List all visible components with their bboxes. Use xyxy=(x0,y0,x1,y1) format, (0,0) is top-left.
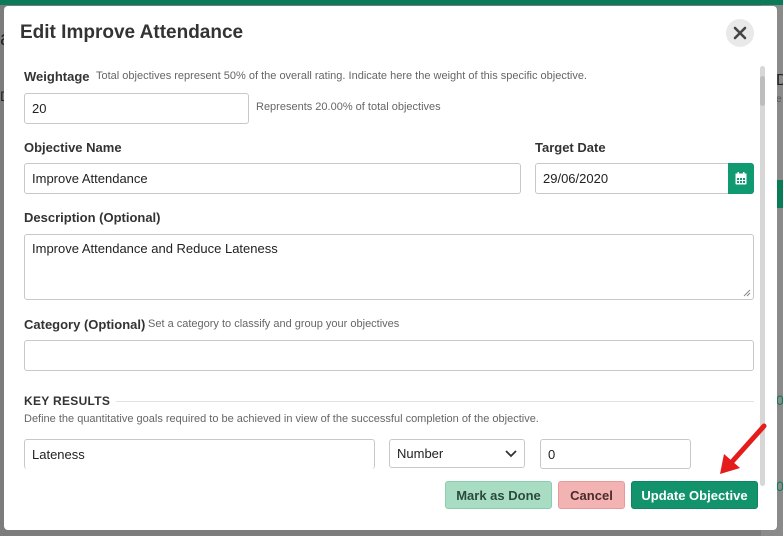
calendar-icon xyxy=(735,172,747,185)
background-text: 0 xyxy=(776,478,783,494)
description-text: Improve Attendance and Reduce Lateness xyxy=(32,241,278,256)
target-date-input[interactable]: 29/06/2020 xyxy=(535,163,729,194)
scrollbar-thumb[interactable] xyxy=(760,76,765,106)
key-results-hint: Define the quantitative goals required t… xyxy=(24,413,539,425)
update-objective-button[interactable]: Update Objective xyxy=(631,481,758,509)
key-results-heading: KEY RESULTS xyxy=(24,394,111,408)
category-label: Category (Optional) xyxy=(24,317,146,332)
weightage-represents: Represents 20.00% of total objectives xyxy=(256,101,441,113)
category-hint: Set a category to classify and group you… xyxy=(148,318,400,330)
weightage-label: Weightage xyxy=(24,69,90,84)
annotation-arrow-icon xyxy=(720,423,767,474)
description-label: Description (Optional) xyxy=(24,210,161,225)
background-top-bar xyxy=(0,0,783,5)
key-result-name-input[interactable]: Lateness xyxy=(24,439,375,469)
objective-name-label: Objective Name xyxy=(24,140,122,155)
objective-name-input[interactable]: Improve Attendance xyxy=(24,163,521,194)
cancel-button[interactable]: Cancel xyxy=(558,481,625,509)
target-date-label: Target Date xyxy=(535,140,606,155)
key-result-value-input[interactable]: 0 xyxy=(540,439,691,469)
background-accent-block xyxy=(777,180,783,208)
weightage-hint: Total objectives represent 50% of the ov… xyxy=(96,70,587,82)
close-button[interactable] xyxy=(726,19,754,47)
mark-as-done-button[interactable]: Mark as Done xyxy=(445,481,552,509)
section-divider xyxy=(116,401,754,402)
chevron-down-icon xyxy=(505,449,517,457)
calendar-button[interactable] xyxy=(728,163,754,194)
resize-grip-icon[interactable] xyxy=(743,289,751,297)
close-icon xyxy=(733,26,747,40)
background-text: 0 xyxy=(776,392,783,408)
background-text: D xyxy=(776,72,783,89)
category-input[interactable] xyxy=(24,340,754,371)
edit-objective-modal: Edit Improve Attendance Weightage Total … xyxy=(4,6,777,530)
modal-title: Edit Improve Attendance xyxy=(20,22,244,43)
key-result-type-select[interactable]: Number xyxy=(389,439,525,468)
weightage-input[interactable]: 20 xyxy=(24,93,249,124)
key-result-type-value: Number xyxy=(397,446,444,461)
description-textarea[interactable]: Improve Attendance and Reduce Lateness xyxy=(24,234,754,300)
